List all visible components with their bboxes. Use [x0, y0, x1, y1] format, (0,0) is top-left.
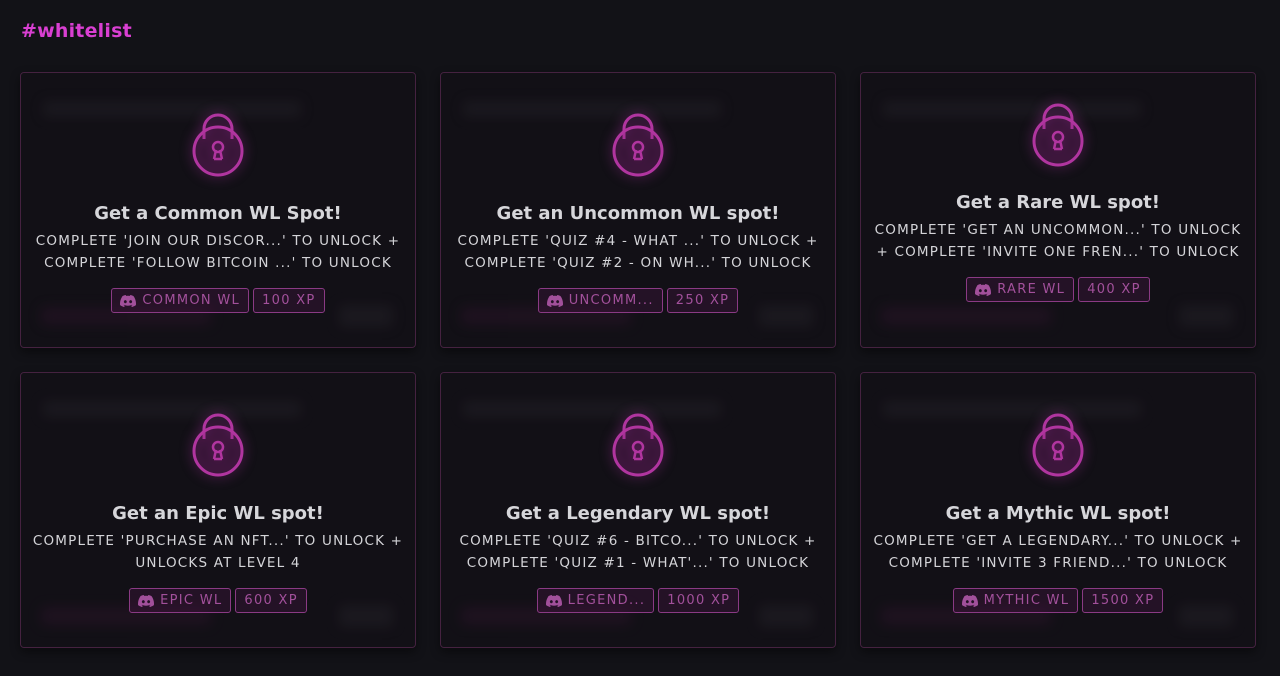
discord-icon — [120, 294, 137, 307]
quest-card[interactable]: Get a Rare WL spot! COMPLETE 'GET AN UNC… — [860, 72, 1256, 348]
card-requirements: COMPLETE 'GET A LEGENDARY...' TO UNLOCK … — [873, 533, 1243, 571]
reward-label: MYTHIC WL — [983, 593, 1070, 608]
padlock-icon — [190, 409, 246, 477]
card-requirements: COMPLETE 'QUIZ #4 - WHAT ...' TO UNLOCK … — [457, 233, 819, 271]
section-title: #whitelist — [21, 20, 132, 42]
padlock-icon — [1030, 99, 1086, 167]
xp-label: 1000 XP — [667, 593, 731, 608]
card-title: Get a Rare WL spot! — [956, 192, 1160, 213]
card-title: Get a Legendary WL spot! — [505, 503, 771, 524]
discord-icon — [961, 594, 978, 607]
xp-label: 600 XP — [244, 593, 298, 608]
card-title: Get an Epic WL spot! — [112, 503, 324, 524]
card-requirements: COMPLETE 'QUIZ #6 - BITCO...' TO UNLOCK … — [459, 533, 817, 571]
quest-card[interactable]: Get an Uncommon WL spot! COMPLETE 'QUIZ … — [440, 72, 836, 348]
card-title: Get an Uncommon WL spot! — [496, 203, 780, 224]
quest-card[interactable]: Get a Mythic WL spot! COMPLETE 'GET A LE… — [860, 372, 1256, 648]
discord-icon — [975, 283, 992, 296]
xp-label: 100 XP — [262, 293, 316, 308]
padlock-icon — [190, 109, 246, 177]
locked-overlay: Get a Common WL Spot! COMPLETE 'JOIN OUR… — [21, 73, 415, 347]
reward-tag: COMMON WL — [111, 288, 250, 313]
locked-overlay: Get a Mythic WL spot! COMPLETE 'GET A LE… — [861, 373, 1255, 647]
xp-tag: 400 XP — [1078, 277, 1150, 302]
reward-tag: MYTHIC WL — [952, 588, 1079, 613]
xp-tag: 600 XP — [235, 588, 307, 613]
card-title: Get a Common WL Spot! — [94, 203, 342, 224]
reward-tag: LEGEND... — [536, 588, 655, 613]
xp-tag: 1500 XP — [1082, 588, 1164, 613]
quest-card[interactable]: Get a Common WL Spot! COMPLETE 'JOIN OUR… — [20, 72, 416, 348]
locked-overlay: Get a Legendary WL spot! COMPLETE 'QUIZ … — [441, 373, 835, 647]
padlock-icon — [1030, 409, 1086, 477]
xp-tag: 1000 XP — [658, 588, 740, 613]
reward-tag: UNCOMM... — [537, 288, 663, 313]
reward-label: UNCOMM... — [568, 293, 654, 308]
reward-label: LEGEND... — [567, 593, 646, 608]
reward-label: RARE WL — [997, 282, 1066, 297]
locked-overlay: Get a Rare WL spot! COMPLETE 'GET AN UNC… — [861, 73, 1255, 347]
quest-card[interactable]: Get an Epic WL spot! COMPLETE 'PURCHASE … — [20, 372, 416, 648]
quest-card[interactable]: Get a Legendary WL spot! COMPLETE 'QUIZ … — [440, 372, 836, 648]
card-requirements: COMPLETE 'JOIN OUR DISCOR...' TO UNLOCK … — [35, 233, 401, 271]
reward-label: EPIC WL — [160, 593, 223, 608]
padlock-icon — [610, 409, 666, 477]
card-requirements: COMPLETE 'PURCHASE AN NFT...' TO UNLOCK … — [32, 533, 404, 571]
xp-label: 250 XP — [675, 293, 730, 308]
quest-grid: Get a Common WL Spot! COMPLETE 'JOIN OUR… — [20, 72, 1256, 648]
discord-icon — [545, 594, 562, 607]
reward-tag: RARE WL — [966, 277, 1075, 302]
discord-icon — [138, 594, 155, 607]
xp-tag: 100 XP — [253, 288, 325, 313]
card-title: Get a Mythic WL spot! — [945, 503, 1171, 524]
xp-label: 1500 XP — [1091, 593, 1155, 608]
discord-icon — [546, 294, 563, 307]
reward-label: COMMON WL — [142, 293, 241, 308]
xp-tag: 250 XP — [666, 288, 739, 313]
locked-overlay: Get an Epic WL spot! COMPLETE 'PURCHASE … — [21, 373, 415, 647]
xp-label: 400 XP — [1087, 282, 1141, 297]
locked-overlay: Get an Uncommon WL spot! COMPLETE 'QUIZ … — [441, 73, 835, 347]
reward-tag: EPIC WL — [129, 588, 232, 613]
padlock-icon — [610, 109, 666, 177]
card-requirements: COMPLETE 'GET AN UNCOMMON...' TO UNLOCK … — [874, 222, 1242, 260]
